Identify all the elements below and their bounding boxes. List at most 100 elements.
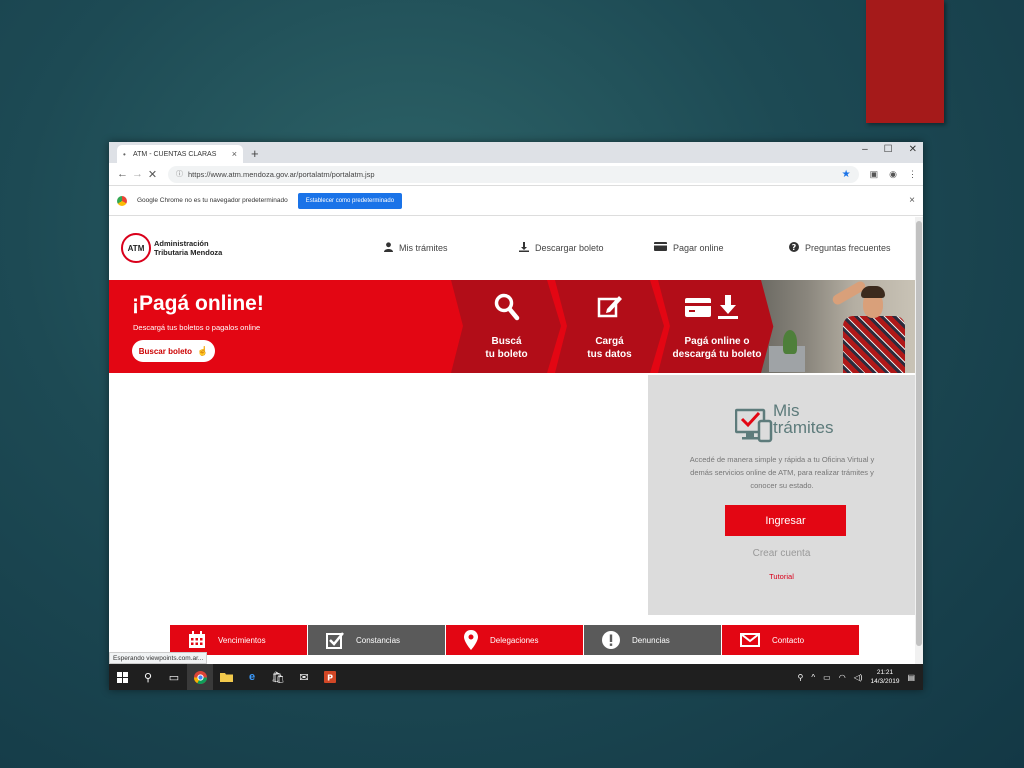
nav-delegaciones[interactable]: Delegaciones	[446, 625, 583, 655]
mis-tramites-heading: Mis trámites	[773, 402, 833, 436]
url-field[interactable]: ⓘ https://www.atm.mendoza.gov.ar/portala…	[168, 165, 859, 183]
tab-close-icon[interactable]: ×	[232, 149, 237, 159]
edit-icon	[597, 293, 623, 324]
nav-constancias[interactable]: Constancias	[308, 625, 445, 655]
edge-browser-icon[interactable]: e	[239, 664, 265, 690]
mis-tramites-panel: Mis trámites Accedé de manera simple y r…	[648, 375, 915, 615]
download-icon	[519, 241, 529, 255]
wifi-icon[interactable]: ◠	[839, 673, 846, 682]
user-icon	[384, 241, 393, 255]
task-view-icon[interactable]: ▭	[161, 664, 187, 690]
question-circle-icon: ?	[789, 241, 799, 255]
taskbar-clock[interactable]: 21:21 14/3/2019	[871, 668, 900, 686]
infobar-close-icon[interactable]: ×	[909, 195, 915, 206]
volume-icon[interactable]: ◁)	[854, 673, 863, 682]
system-tray: ⚲ ^ ▭ ◠ ◁) 21:21 14/3/2019 ▤	[798, 668, 923, 686]
search-taskbar-icon[interactable]: ⚲	[135, 664, 161, 690]
step-busca-line-1: Buscá	[491, 336, 522, 347]
hero-title: ¡Pagá online!	[132, 292, 264, 315]
hero-photo	[761, 280, 915, 373]
chevron-up-icon[interactable]: ^	[811, 673, 815, 682]
bottom-nav: Vencimientos Constancias Delegaciones De…	[170, 625, 859, 655]
info-icon[interactable]: ⓘ	[176, 169, 183, 179]
forward-arrow-icon[interactable]: →	[130, 168, 145, 180]
powerpoint-icon[interactable]: P	[317, 664, 343, 690]
menu-mis-tramites[interactable]: Mis trámites	[384, 217, 448, 279]
atm-logo-badge: ATM	[121, 233, 151, 263]
menu-preguntas-frecuentes-label: Preguntas frecuentes	[805, 243, 891, 253]
step-paga-line-1: Pagá online o	[684, 336, 750, 347]
notifications-icon[interactable]: ▤	[907, 673, 915, 682]
atm-logo-text: Administración Tributaria Mendoza	[154, 239, 222, 257]
atm-logo[interactable]: ATM Administración Tributaria Mendoza	[121, 233, 222, 263]
maximize-button[interactable]: ☐	[884, 144, 893, 155]
infobar-message: Google Chrome no es tu navegador predete…	[137, 197, 288, 204]
nav-vencimientos[interactable]: Vencimientos	[170, 625, 307, 655]
hand-pointer-icon: ☝	[197, 345, 209, 356]
crear-cuenta-link[interactable]: Crear cuenta	[648, 548, 915, 559]
step-paga[interactable]: Pagá online o descargá tu boleto	[667, 335, 767, 361]
loading-icon: •	[123, 149, 126, 159]
mis-tramites-description: Accedé de manera simple y rápida a tu Of…	[689, 455, 875, 490]
browser-tab[interactable]: • ATM - CUENTAS CLARAS ×	[117, 145, 243, 163]
store-icon[interactable]: 🛍	[265, 664, 291, 690]
nav-contacto[interactable]: Contacto	[722, 625, 859, 655]
step-carga[interactable]: Cargá tus datos	[572, 335, 647, 361]
menu-pagar-online[interactable]: Pagar online	[654, 217, 724, 279]
kebab-menu-icon[interactable]: ⋮	[908, 169, 917, 180]
step-carga-line-2: tus datos	[587, 349, 632, 360]
window-controls: – ☐ ✕	[862, 144, 917, 155]
hero-subtitle: Descargá tus boletos o pagalos online	[133, 323, 261, 332]
url-text: https://www.atm.mendoza.gov.ar/portalatm…	[188, 169, 375, 179]
network-icon[interactable]: ▭	[823, 673, 831, 682]
menu-descargar-boleto[interactable]: Descargar boleto	[519, 217, 604, 279]
menu-preguntas-frecuentes[interactable]: ? Preguntas frecuentes	[789, 217, 891, 279]
nav-denuncias[interactable]: Denuncias	[584, 625, 721, 655]
nav-contacto-label: Contacto	[772, 635, 805, 645]
minimize-button[interactable]: –	[862, 144, 868, 155]
svg-text:?: ?	[792, 243, 797, 252]
step-busca[interactable]: Buscá tu boleto	[469, 335, 544, 361]
devices-check-icon	[734, 407, 773, 450]
close-window-button[interactable]: ✕	[909, 144, 917, 155]
file-explorer-icon[interactable]	[213, 664, 239, 690]
menu-descargar-boleto-label: Descargar boleto	[535, 243, 604, 253]
svg-text:P: P	[327, 674, 333, 683]
exclamation-circle-icon	[602, 631, 620, 649]
ingresar-button[interactable]: Ingresar	[725, 505, 846, 536]
back-arrow-icon[interactable]: ←	[115, 168, 130, 180]
new-tab-button[interactable]: +	[251, 146, 259, 161]
nav-vencimientos-label: Vencimientos	[218, 635, 266, 645]
chrome-taskbar-icon[interactable]	[187, 664, 213, 690]
photo-shirt	[843, 316, 905, 373]
profile-icon[interactable]: ◉	[889, 169, 897, 180]
set-default-button[interactable]: Establecer como predeterminado	[297, 192, 403, 209]
stop-loading-icon[interactable]: ✕	[145, 168, 160, 181]
status-bar: Esperando viewpoints.com.ar...	[109, 652, 208, 664]
calendar-icon	[188, 631, 206, 649]
address-bar-row: ← → ✕ ⓘ https://www.atm.mendoza.gov.ar/p…	[109, 163, 923, 186]
logo-line-1: Administración	[154, 239, 209, 248]
browser-window: • ATM - CUENTAS CLARAS × + – ☐ ✕ ← → ✕ ⓘ…	[109, 142, 923, 690]
mail-icon[interactable]: ✉	[291, 664, 317, 690]
credit-card-icon	[654, 242, 667, 254]
tutorial-link[interactable]: Tutorial	[648, 572, 915, 581]
extension-icon[interactable]: ▣	[870, 169, 879, 180]
scrollbar-thumb[interactable]	[916, 221, 922, 646]
hero-banner: ¡Pagá online! Descargá tus boletos o pag…	[109, 280, 915, 373]
step-carga-line-1: Cargá	[595, 336, 624, 347]
photo-plant	[783, 330, 797, 354]
decorative-red-tab	[866, 0, 944, 123]
step-paga-line-2: descargá tu boleto	[672, 349, 762, 360]
people-icon[interactable]: ⚲	[798, 673, 804, 682]
photo-hair	[861, 286, 885, 298]
clock-date: 14/3/2019	[870, 678, 900, 685]
page-scrollbar[interactable]	[915, 217, 923, 664]
buscar-boleto-label: Buscar boleto	[138, 346, 193, 356]
logo-line-2: Tributaria Mendoza	[154, 248, 223, 257]
windows-start-icon[interactable]	[109, 664, 135, 690]
card-download-icon	[684, 295, 746, 326]
bookmark-star-icon[interactable]: ★	[842, 169, 851, 180]
mis-tramites-heading-line-1: Mis	[773, 401, 800, 420]
buscar-boleto-button[interactable]: Buscar boleto ☝	[132, 340, 215, 362]
